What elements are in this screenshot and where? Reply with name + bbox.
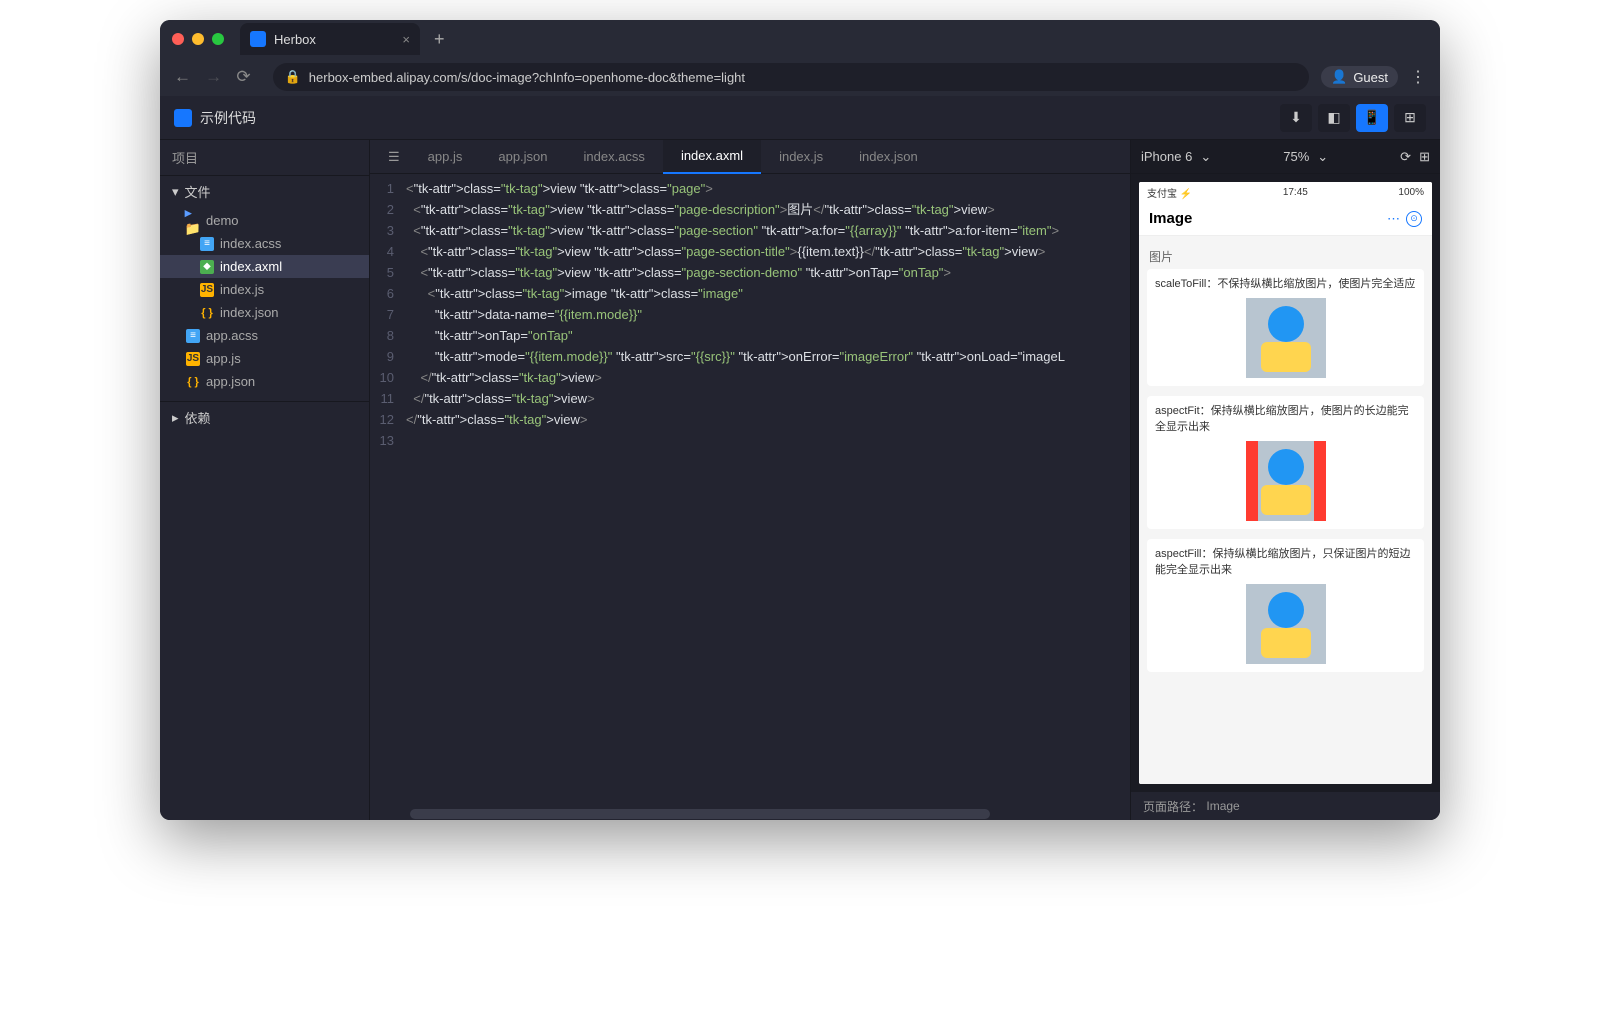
image-card: scaleToFill：不保持纵横比缩放图片，使图片完全适应 [1147, 269, 1424, 386]
tab-app-json[interactable]: app.json [480, 140, 565, 174]
css-icon: ≡ [200, 237, 214, 251]
tab-index-js[interactable]: index.js [761, 140, 841, 174]
sidebar-title: 项目 [160, 140, 369, 176]
new-tab-button[interactable]: + [434, 29, 445, 50]
phone-preview-button[interactable]: 📱 [1356, 104, 1388, 132]
lock-icon: 🔒 [285, 69, 301, 85]
json-icon: { } [186, 375, 200, 389]
window-titlebar: Herbox × + [160, 20, 1440, 58]
tab-title: Herbox [274, 32, 316, 47]
tab-index-json[interactable]: index.json [841, 140, 936, 174]
download-button[interactable]: ⬇ [1280, 104, 1312, 132]
device-selector[interactable]: iPhone 6 [1141, 149, 1192, 164]
file-app-acss[interactable]: ≡app.acss [160, 324, 369, 347]
qrcode-button[interactable]: ◧ [1318, 104, 1350, 132]
sidebar-section-deps[interactable]: ▸ 依赖 [160, 401, 369, 433]
demo-image[interactable] [1246, 298, 1326, 378]
preview-toolbar: iPhone 6 ⌄ 75% ⌄ ⟳ ⊞ [1131, 140, 1440, 174]
chevron-down-icon: ⌄ [1317, 149, 1328, 165]
close-tab-icon[interactable]: × [402, 32, 410, 47]
chevron-down-icon: ⌄ [1200, 149, 1211, 165]
minimize-icon[interactable] [192, 33, 204, 45]
sidebar-section-files[interactable]: ▾ 文件 [160, 176, 369, 207]
chevron-right-icon: ▸ [172, 410, 179, 426]
file-app-json[interactable]: { }app.json [160, 370, 369, 393]
section-label: 图片 [1147, 244, 1424, 269]
profile-button[interactable]: 👤 Guest [1321, 66, 1398, 88]
image-card: aspectFit：保持纵横比缩放图片，使图片的长边能完全显示出来 [1147, 396, 1424, 529]
json-icon: { } [200, 306, 214, 320]
js-icon: JS [186, 352, 200, 366]
horizontal-scrollbar[interactable] [370, 808, 1130, 820]
status-bar: 支付宝 ⚡ 17:45 100% [1139, 182, 1432, 202]
favicon-icon [250, 31, 266, 47]
app-title: 示例代码 [200, 108, 256, 128]
reload-icon[interactable]: ⟳ [236, 67, 250, 86]
tab-app-js[interactable]: app.js [410, 140, 481, 174]
preview-scroll[interactable]: 图片 scaleToFill：不保持纵横比缩放图片，使图片完全适应 aspect… [1139, 236, 1432, 784]
folder-icon: ▸📁 [186, 214, 200, 228]
app-header: 示例代码 ⬇ ◧ 📱 ⊞ [160, 96, 1440, 140]
file-index-axml[interactable]: ⬥index.axml [160, 255, 369, 278]
phone-preview: 支付宝 ⚡ 17:45 100% Image ⋯ ⊙ 图片 [1139, 182, 1432, 784]
demo-image[interactable] [1246, 584, 1326, 664]
preview-footer: 页面路径： Image [1131, 792, 1440, 820]
tab-index-axml[interactable]: index.axml [663, 140, 761, 174]
zoom-selector[interactable]: 75% [1283, 149, 1309, 164]
browser-tab[interactable]: Herbox × [240, 23, 420, 55]
page-title: Image [1149, 210, 1192, 227]
image-card: aspectFill：保持纵横比缩放图片，只保证图片的短边能完全显示出来 [1147, 539, 1424, 672]
axml-icon: ⬥ [200, 260, 214, 274]
file-app-js[interactable]: JSapp.js [160, 347, 369, 370]
back-icon[interactable]: ← [174, 67, 191, 86]
demo-image[interactable] [1246, 441, 1326, 521]
hamburger-icon[interactable]: ☰ [378, 149, 410, 165]
grid-button[interactable]: ⊞ [1394, 104, 1426, 132]
address-bar: ← → ⟳ 🔒 herbox-embed.alipay.com/s/doc-im… [160, 58, 1440, 96]
close-circle-icon[interactable]: ⊙ [1406, 211, 1422, 227]
traffic-lights [172, 33, 224, 45]
url-input[interactable]: 🔒 herbox-embed.alipay.com/s/doc-image?ch… [273, 63, 1310, 91]
more-icon[interactable]: ⋯ [1387, 211, 1400, 227]
user-icon: 👤 [1331, 69, 1347, 85]
css-icon: ≡ [186, 329, 200, 343]
forward-icon[interactable]: → [205, 67, 222, 86]
editor-tabs: ☰ app.js app.json index.acss index.axml … [370, 140, 1130, 174]
editor: ☰ app.js app.json index.acss index.axml … [370, 140, 1130, 820]
nav-bar: Image ⋯ ⊙ [1139, 202, 1432, 236]
sidebar: 项目 ▾ 文件 ▸📁 demo ≡index.acss ⬥index.axml … [160, 140, 370, 820]
menu-icon[interactable]: ⋮ [1410, 67, 1426, 87]
tab-index-acss[interactable]: index.acss [566, 140, 663, 174]
herbox-logo-icon [174, 109, 192, 127]
close-icon[interactable] [172, 33, 184, 45]
preview-panel: iPhone 6 ⌄ 75% ⌄ ⟳ ⊞ 支付宝 ⚡ 17:45 10 [1130, 140, 1440, 820]
refresh-icon[interactable]: ⟳ [1400, 149, 1411, 165]
code-editor[interactable]: 1<"tk-attr">class="tk-tag">view "tk-attr… [370, 174, 1130, 808]
maximize-icon[interactable] [212, 33, 224, 45]
js-icon: JS [200, 283, 214, 297]
file-index-json[interactable]: { }index.json [160, 301, 369, 324]
chevron-down-icon: ▾ [172, 184, 179, 200]
folder-demo[interactable]: ▸📁 demo [160, 209, 369, 232]
url-text: herbox-embed.alipay.com/s/doc-image?chIn… [309, 70, 745, 85]
layout-icon[interactable]: ⊞ [1419, 149, 1430, 165]
file-index-js[interactable]: JSindex.js [160, 278, 369, 301]
